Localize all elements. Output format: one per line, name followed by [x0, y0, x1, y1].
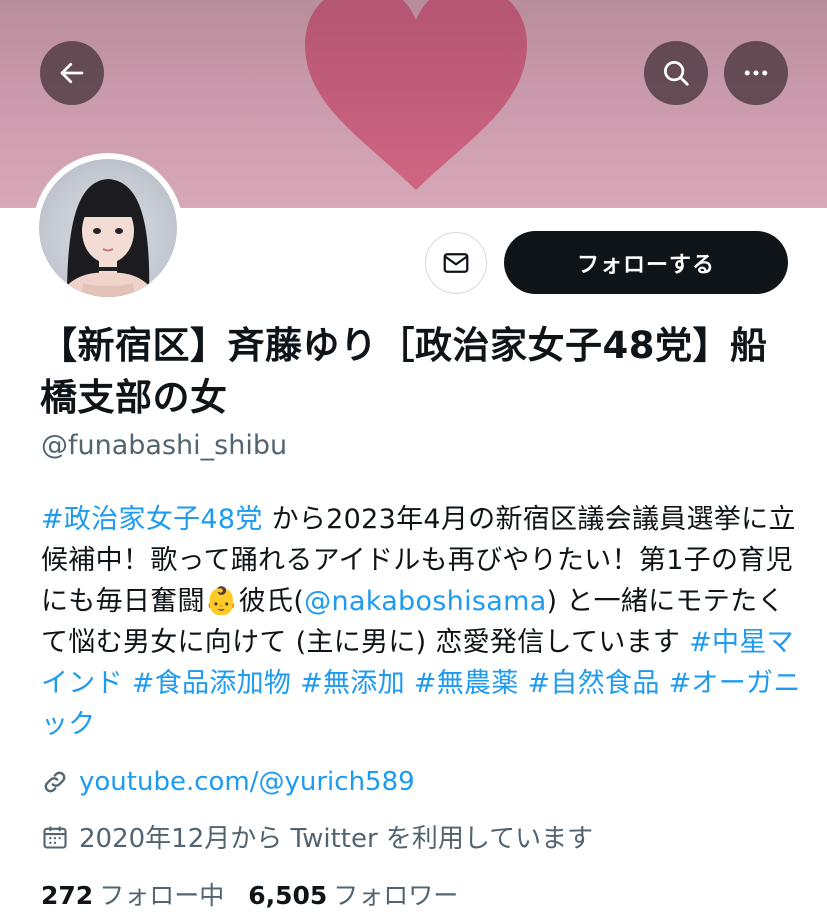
followers-link[interactable]: 6,505 フォロワー: [248, 876, 458, 912]
link-icon: [44, 771, 66, 793]
bio-mention-link[interactable]: @nakaboshisama: [304, 586, 546, 617]
search-button[interactable]: [644, 41, 708, 105]
more-horizontal-icon: [744, 70, 768, 76]
join-date-text: 2020年12月から Twitter を利用しています: [79, 824, 594, 854]
more-button[interactable]: [724, 41, 788, 105]
calendar-icon: [43, 826, 67, 849]
following-link[interactable]: 272 フォロー中: [41, 876, 224, 912]
bio-text: 彼氏(: [238, 586, 305, 617]
arrow-left-icon: [60, 62, 84, 84]
user-handle: @funabashi_shibu: [41, 430, 288, 461]
search-icon: [664, 61, 689, 86]
following-label: フォロー中: [99, 881, 225, 910]
display-name: 【新宿区】斉藤ゆり［政治家女子48党】船橋支部の女: [40, 324, 768, 419]
profile-url-link[interactable]: youtube.com/@yurich589: [79, 767, 415, 797]
heart-image: [305, 0, 527, 190]
followers-count: 6,505: [248, 881, 328, 910]
avatar[interactable]: [33, 153, 183, 303]
followers-label: フォロワー: [333, 881, 459, 910]
follow-button[interactable]: フォローする: [504, 231, 788, 294]
back-button[interactable]: [40, 41, 104, 105]
join-date-row: 2020年12月から Twitter を利用しています: [41, 818, 593, 855]
bio-hashtag-link[interactable]: #政治家女子48党: [41, 504, 263, 535]
avatar-image: [39, 159, 177, 297]
message-button[interactable]: [425, 232, 487, 294]
envelope-icon: [443, 253, 469, 273]
baby-emoji-icon: 👶: [204, 586, 239, 617]
bio: #政治家女子48党 から2023年4月の新宿区議会議員選挙に立候補中！歌って踊れ…: [41, 499, 801, 745]
following-count: 272: [41, 881, 94, 910]
profile-url-row: youtube.com/@yurich589: [41, 767, 415, 797]
follow-stats: 272 フォロー中 6,505 フォロワー: [41, 876, 458, 912]
